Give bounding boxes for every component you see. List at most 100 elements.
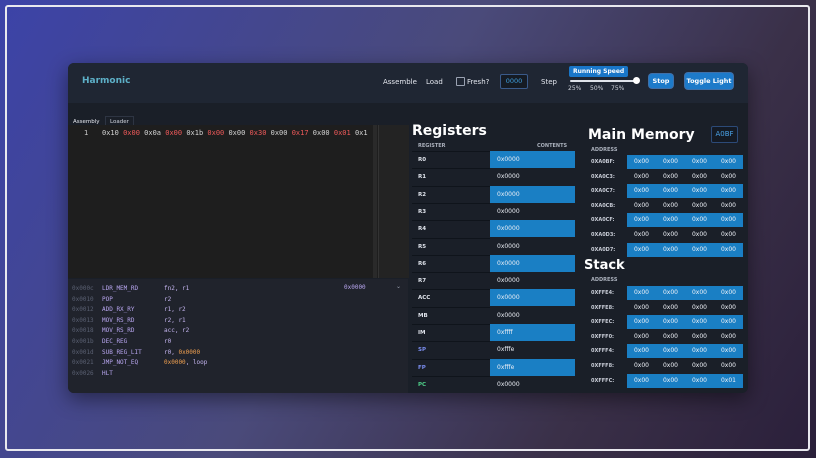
memory-address-badge[interactable]: A0BF	[711, 126, 738, 143]
memory-row: 0XA0CB: 0x00 0x00 0x00 0x00	[584, 198, 744, 213]
register-value: 0xffff	[490, 324, 575, 341]
instruction-address: 0x0026	[72, 369, 94, 377]
stack-cell: 0x00	[714, 286, 743, 300]
load-button[interactable]: Load	[426, 78, 443, 86]
register-row: R7 0x0000	[412, 272, 575, 290]
argument-text: acc, r2	[164, 327, 190, 335]
register-value: 0x0000	[490, 168, 575, 186]
argument-text: r2, r1	[164, 316, 186, 324]
register-name: SP	[412, 341, 490, 359]
code-token: 0x30	[249, 129, 267, 137]
instruction-args: 0x0000, loop	[164, 359, 207, 366]
register-name: MB	[412, 306, 490, 324]
instruction-args: fn2, r1	[164, 285, 189, 292]
app-logo: Harmonic	[82, 76, 131, 86]
code-token: 0x1b	[186, 129, 204, 137]
memory-row: 0XA0C7: 0x00 0x00 0x00 0x00	[584, 184, 744, 199]
stack-cell: 0x00	[656, 286, 685, 300]
register-name: R1	[412, 168, 490, 186]
memory-cell: 0x00	[714, 213, 743, 228]
register-name: IM	[412, 324, 490, 341]
stack-cell: 0x00	[656, 359, 685, 373]
memory-cell: 0x00	[685, 198, 714, 213]
memory-row: 0XA0D3: 0x00 0x00 0x00 0x00	[584, 228, 744, 242]
memory-cell: 0x00	[714, 155, 743, 169]
assemble-button[interactable]: Assemble	[383, 78, 417, 86]
speed-slider[interactable]	[570, 80, 636, 82]
register-name: R6	[412, 254, 490, 272]
stack-row: 0XFFF0: 0x00 0x00 0x00 0x00	[584, 329, 744, 344]
stack-cell: 0x00	[656, 315, 685, 330]
code-token: 0x1	[354, 129, 368, 137]
register-row: R4 0x0000	[412, 220, 575, 238]
register-row: FP 0xfffe	[412, 358, 575, 376]
toggle-light-button[interactable]: Toggle Light	[685, 73, 733, 89]
register-name: FP	[412, 358, 490, 376]
memory-cell: 0x00	[714, 184, 743, 199]
register-value: 0x0000	[490, 202, 575, 220]
register-value: 0x0000	[490, 375, 575, 393]
speed-slider-handle[interactable]	[633, 77, 640, 84]
memory-cell: 0x00	[714, 198, 743, 213]
register-row: R1 0x0000	[412, 168, 575, 186]
register-row: ACC 0x0000	[412, 289, 575, 307]
instruction-args: r2, r1	[164, 317, 186, 324]
address-selector[interactable]: 0x0000	[344, 284, 366, 291]
instruction-address: 0x0012	[72, 306, 94, 314]
memory-cell: 0x00	[685, 155, 714, 169]
register-name: PC	[412, 375, 490, 393]
stack-cell: 0x00	[627, 286, 656, 300]
stack-row: 0XFFE8: 0x00 0x00 0x00 0x00	[584, 300, 744, 315]
code-token: 0x10	[102, 129, 119, 137]
instruction-address: 0x001d	[72, 348, 94, 356]
stack-cell: 0x00	[685, 300, 714, 315]
editor-scrollbar[interactable]	[373, 125, 377, 278]
argument-text: r0	[164, 338, 172, 345]
memory-cell: 0x00	[627, 228, 656, 242]
counter-field[interactable]: 0000	[500, 74, 528, 89]
argument-text: , loop	[185, 359, 208, 367]
register-row: MB 0x0000	[412, 306, 575, 324]
stack-address-header: ADDRESS	[591, 277, 618, 283]
instruction-address: 0x000c	[72, 285, 94, 292]
speed-tick-50: 50%	[590, 85, 604, 92]
stack-address: 0XFFE8:	[584, 300, 627, 315]
speed-tick-25: 25%	[568, 85, 582, 92]
memory-row: 0XA0C3: 0x00 0x00 0x00 0x00	[584, 169, 744, 184]
register-name: R5	[412, 237, 490, 255]
memory-address: 0XA0D3:	[584, 228, 627, 242]
speed-tick-75: 75%	[611, 85, 625, 92]
code-token: 0x00	[312, 129, 330, 137]
register-row: R3 0x0000	[412, 202, 575, 220]
memory-row: 0XA0CF: 0x00 0x00 0x00 0x00	[584, 213, 744, 228]
stack-cell: 0x00	[685, 359, 714, 373]
step-button[interactable]: Step	[541, 78, 557, 86]
chevron-down-icon[interactable]: ⌄	[396, 283, 401, 290]
stack-address: 0XFFF8:	[584, 359, 627, 373]
argument-literal: 0x0000	[178, 348, 201, 356]
stack-row: 0XFFEC: 0x00 0x00 0x00 0x00	[584, 315, 744, 330]
instruction-address: 0x0021	[72, 359, 94, 367]
stop-button[interactable]: Stop	[649, 74, 673, 88]
memory-row: 0XA0BF: 0x00 0x00 0x00 0x00	[584, 155, 744, 169]
code-line[interactable]: 0x10 0x00 0x0a 0x00 0x1b 0x00 0x00 0x30 …	[102, 129, 374, 137]
registers-title: Registers	[412, 123, 487, 139]
stack-cell: 0x00	[714, 329, 743, 344]
memory-cell: 0x00	[714, 228, 743, 242]
stack-address: 0XFFEC:	[584, 315, 627, 330]
register-row: R5 0x0000	[412, 237, 575, 255]
code-editor[interactable]	[68, 125, 408, 278]
stack-cell: 0x00	[627, 373, 656, 388]
fresh-checkbox[interactable]	[456, 77, 465, 86]
stack-address: 0XFFFC:	[584, 373, 627, 388]
memory-cell: 0x00	[627, 169, 656, 184]
register-value: 0x0000	[490, 151, 575, 168]
instruction-opcode: JMP_NOT_EQ	[102, 359, 139, 367]
editor-minimap	[378, 125, 409, 278]
instruction-opcode: SUB_REG_LIT	[102, 348, 142, 356]
line-number: 1	[84, 129, 89, 137]
register-name: R7	[412, 272, 490, 290]
instruction-args: r0, 0x0000	[164, 349, 200, 356]
register-value: 0x0000	[490, 306, 575, 324]
stack-cell: 0x00	[714, 344, 743, 359]
